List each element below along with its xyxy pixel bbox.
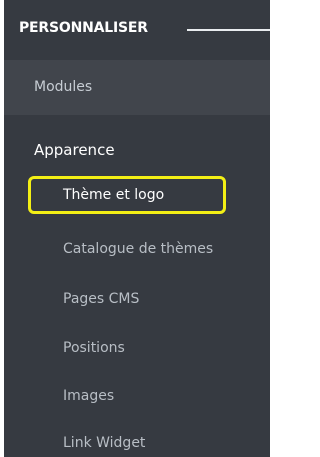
submenu-item-pages-cms[interactable]: Pages CMS	[4, 279, 270, 319]
submenu-item-label: Thème et logo	[63, 187, 165, 203]
sidebar-item-modules-label: Modules	[34, 79, 93, 95]
submenu-item-label: Link Widget	[63, 435, 146, 451]
sidebar-item-apparence-label: Apparence	[34, 141, 115, 159]
section-divider-line	[187, 29, 270, 31]
submenu-item-positions[interactable]: Positions	[4, 328, 270, 368]
submenu-item-catalogue-themes[interactable]: Catalogue de thèmes	[4, 229, 270, 269]
submenu-item-label: Catalogue de thèmes	[63, 241, 214, 257]
sidebar-item-apparence[interactable]: Apparence	[4, 115, 270, 170]
submenu-item-label: Positions	[63, 340, 125, 356]
section-header: PERSONNALISER	[4, 0, 270, 60]
submenu-item-label: Images	[63, 388, 115, 404]
section-title: PERSONNALISER	[19, 20, 148, 36]
admin-panel: PERSONNALISER Modules Apparence Thème et…	[0, 0, 274, 457]
sidebar-navigation: PERSONNALISER Modules Apparence Thème et…	[4, 0, 270, 457]
submenu-item-label: Pages CMS	[63, 291, 140, 307]
submenu-item-theme-logo[interactable]: Thème et logo	[4, 175, 270, 215]
submenu-item-link-widget[interactable]: Link Widget	[4, 423, 270, 457]
submenu-item-images[interactable]: Images	[4, 376, 270, 416]
sidebar-item-modules[interactable]: Modules	[4, 60, 270, 115]
